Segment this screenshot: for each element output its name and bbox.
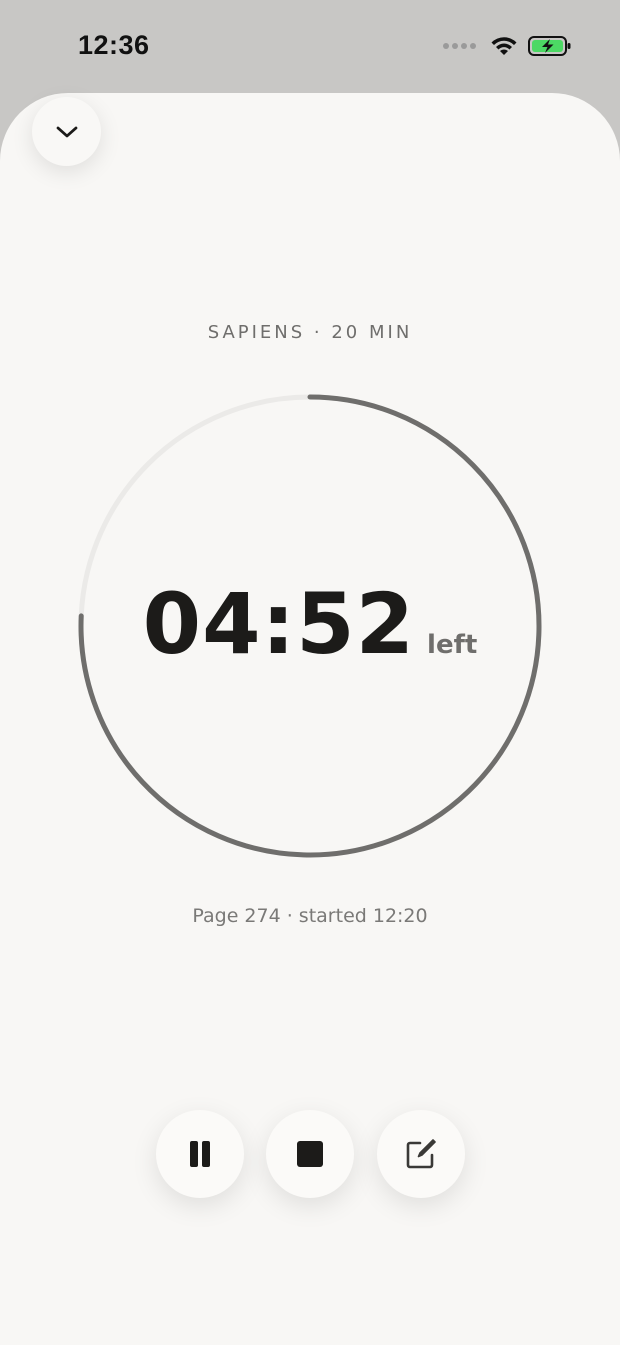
battery-charging-icon [528, 36, 571, 56]
status-bar: 12:36 [0, 0, 620, 93]
status-time: 12:36 [78, 30, 150, 60]
collapse-button[interactable] [32, 97, 101, 166]
session-title: SAPIENS · 20 MIN [207, 322, 413, 343]
edit-note-icon [406, 1139, 436, 1169]
add-note-button[interactable] [377, 1110, 465, 1198]
pause-button[interactable] [156, 1110, 244, 1198]
controls-bar [0, 1110, 620, 1198]
status-icons [443, 34, 572, 58]
session-meta: Page 274 · started 12:20 [192, 905, 428, 927]
stop-button[interactable] [266, 1110, 354, 1198]
timer-unit: left [427, 630, 478, 660]
stop-icon [297, 1141, 323, 1167]
timer: 04:52 left [0, 582, 620, 666]
cellular-signal-icon [443, 43, 476, 49]
wifi-icon [491, 37, 517, 55]
timer-remaining: 04:52 [142, 575, 416, 673]
chevron-down-icon [56, 126, 77, 137]
pause-icon [190, 1141, 210, 1167]
